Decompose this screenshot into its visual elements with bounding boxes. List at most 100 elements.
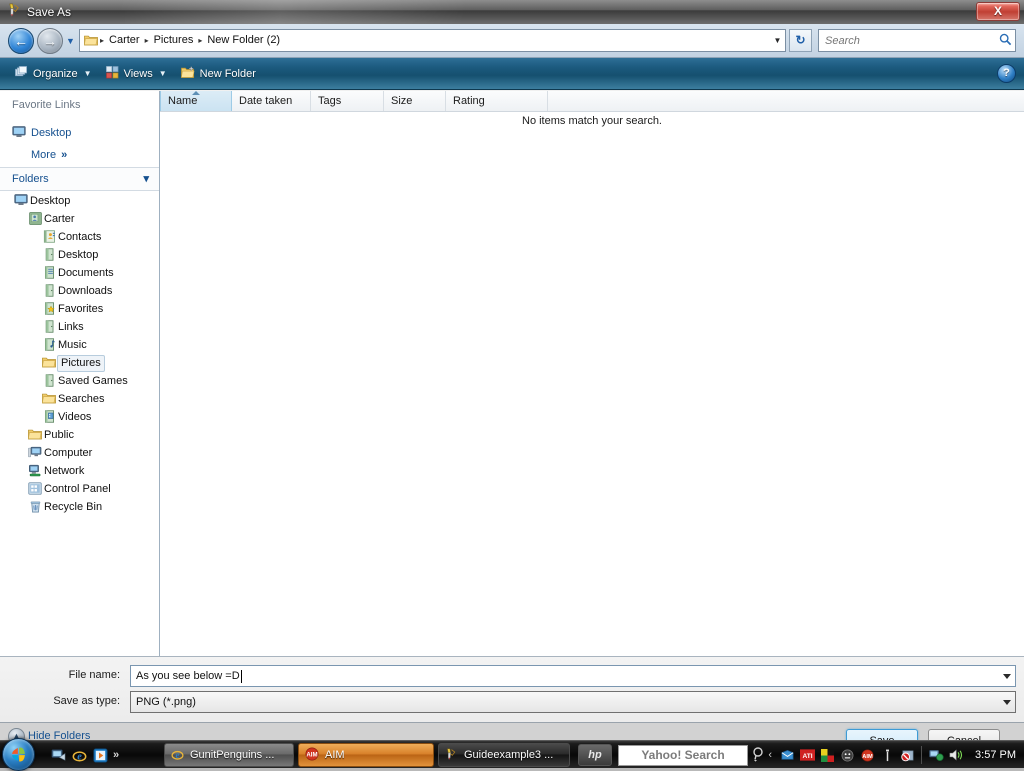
control-panel-icon — [26, 481, 44, 497]
internet-explorer-icon[interactable]: e — [69, 745, 90, 765]
tree-item-computer[interactable]: Computer — [26, 444, 92, 462]
title-bar-glint — [120, 0, 580, 24]
navigation-pane: Favorite Links Desktop More » Folders ▾ … — [0, 91, 160, 656]
sort-ascending-arrow-icon — [192, 91, 200, 95]
save-as-type-select[interactable]: PNG (*.png) — [130, 691, 1016, 713]
quick-launch-bar: e » — [48, 745, 119, 765]
tree-item-searches[interactable]: Searches — [40, 390, 104, 408]
tree-item-favorites[interactable]: Favorites — [40, 300, 103, 318]
blocked-icon[interactable] — [899, 747, 915, 763]
chevron-down-icon[interactable] — [1003, 674, 1011, 679]
tree-item-label: Desktop — [30, 195, 71, 207]
organize-button[interactable]: Organize ▼ — [8, 60, 99, 88]
taskbar-button-guideexample3[interactable]: Guideexample3 ... — [438, 743, 570, 767]
new-folder-icon — [180, 66, 195, 81]
chevron-down-icon: ▼ — [83, 69, 92, 78]
search-box[interactable] — [818, 29, 1016, 52]
views-icon — [105, 66, 119, 81]
taskbar-clock[interactable]: 3:57 PM — [975, 749, 1016, 761]
tree-item-desktop[interactable]: Desktop — [40, 246, 98, 264]
column-header-size[interactable]: Size — [384, 91, 446, 111]
computer-icon — [26, 446, 44, 461]
tree-item-label: Desktop — [58, 249, 99, 261]
help-button[interactable]: ? — [997, 64, 1016, 83]
quick-launch-overflow-chevrons-icon[interactable]: » — [113, 749, 119, 761]
tree-item-public[interactable]: Public — [26, 426, 74, 444]
network-icon — [26, 464, 44, 479]
tree-item-label: Carter — [44, 213, 75, 225]
column-header-date-taken[interactable]: Date taken — [232, 91, 311, 111]
tree-item-saved-games[interactable]: Saved Games — [40, 372, 128, 390]
taskbar-button-aim[interactable]: AIM AIM — [298, 743, 434, 767]
tree-item-links[interactable]: Links — [40, 318, 84, 336]
tree-item-label: Saved Games — [58, 375, 128, 387]
favorite-link-desktop[interactable]: Desktop — [0, 123, 159, 143]
media-player-icon[interactable] — [90, 745, 111, 765]
network-icon[interactable] — [928, 747, 944, 763]
breadcrumb-item-2[interactable]: New Folder (2) — [204, 31, 283, 50]
new-folder-label: New Folder — [199, 67, 256, 80]
close-button[interactable]: X — [976, 2, 1020, 21]
folders-section-header[interactable]: Folders ▾ — [0, 168, 159, 191]
color-swatch-icon[interactable] — [819, 747, 835, 763]
search-input[interactable] — [825, 34, 995, 47]
chevron-down-icon[interactable]: ▾ — [143, 172, 149, 185]
organize-icon — [15, 66, 28, 81]
refresh-icon[interactable]: ↻ — [789, 29, 812, 52]
volume-icon[interactable] — [948, 747, 966, 763]
folder-tree: Desktop Carter Contacts Desktop Documents Dow… — [0, 192, 159, 655]
back-button[interactable]: ← — [8, 28, 34, 54]
documents-icon — [40, 265, 58, 281]
file-name-input[interactable]: As you see below =D — [130, 665, 1016, 687]
taskbar-button-label: AIM — [325, 749, 345, 761]
recent-pages-chevron-down-icon[interactable]: ▼ — [64, 35, 77, 48]
save-as-dialog: Save As X ← → ▼ ▸ Carter ▸ Pictures ▸ Ne… — [0, 0, 1024, 753]
address-chevron-down-icon[interactable]: ▼ — [770, 30, 785, 51]
tree-item-desktop[interactable]: Desktop — [12, 192, 70, 210]
aim-icon[interactable]: AIM — [859, 747, 875, 763]
ati-catalyst-icon[interactable]: ATI — [799, 747, 815, 763]
tree-item-label: Searches — [58, 393, 105, 405]
favorite-link-label: More — [31, 149, 57, 161]
yahoo-search-input[interactable]: Yahoo! Search — [618, 744, 748, 766]
svg-text:AIM: AIM — [306, 752, 317, 759]
show-desktop-icon[interactable] — [48, 745, 69, 765]
address-breadcrumb-bar[interactable]: ▸ Carter ▸ Pictures ▸ New Folder (2) — [79, 29, 786, 52]
tree-item-label: Public — [44, 429, 74, 441]
column-headers: Name Date taken Tags Size Rating — [160, 91, 1024, 112]
tree-item-videos[interactable]: Videos — [40, 408, 91, 426]
tree-item-network[interactable]: Network — [26, 462, 84, 480]
tree-item-downloads[interactable]: Downloads — [40, 282, 112, 300]
tree-item-control-panel[interactable]: Control Panel — [26, 480, 111, 498]
taskbar: e » e GunitPenguins ... AIM AIM Guideexa… — [0, 738, 1024, 771]
tree-item-recycle-bin[interactable]: Recycle Bin — [26, 498, 102, 516]
new-folder-button[interactable]: New Folder — [174, 60, 263, 88]
column-header-name[interactable]: Name — [160, 91, 232, 111]
column-header-rating[interactable]: Rating — [446, 91, 548, 111]
views-button[interactable]: Views ▼ — [99, 60, 174, 88]
tree-item-label: Contacts — [58, 231, 102, 243]
tree-item-contacts[interactable]: Contacts — [40, 228, 101, 246]
tree-item-music[interactable]: Music — [40, 336, 87, 354]
msn-messenger-icon[interactable] — [779, 747, 795, 763]
favorite-link-more[interactable]: More » — [0, 145, 159, 165]
tree-item-label: Recycle Bin — [44, 501, 103, 513]
info-icon[interactable] — [879, 747, 895, 763]
forward-button[interactable]: → — [37, 28, 63, 54]
tree-item-label: Music — [58, 339, 87, 351]
tree-item-pictures[interactable]: Pictures — [40, 354, 105, 372]
breadcrumb-item-0[interactable]: Carter — [106, 31, 143, 50]
tree-item-documents[interactable]: Documents — [40, 264, 114, 282]
aim-icon: AIM — [305, 747, 319, 763]
chevron-down-icon[interactable] — [1003, 700, 1011, 705]
emoticon-icon[interactable] — [839, 747, 855, 763]
column-header-tags[interactable]: Tags — [311, 91, 384, 111]
taskbar-button-gunitpenguins[interactable]: e GunitPenguins ... — [164, 743, 294, 767]
breadcrumb-item-1[interactable]: Pictures — [151, 31, 197, 50]
column-header-label: Name — [168, 95, 198, 107]
windows-start-orb[interactable] — [2, 738, 35, 771]
tray-expand-chevron-icon[interactable]: ‹ — [768, 749, 772, 761]
tree-item-carter[interactable]: Carter — [26, 210, 75, 228]
paint-program-icon — [6, 3, 23, 20]
tree-item-label: Control Panel — [44, 483, 111, 495]
